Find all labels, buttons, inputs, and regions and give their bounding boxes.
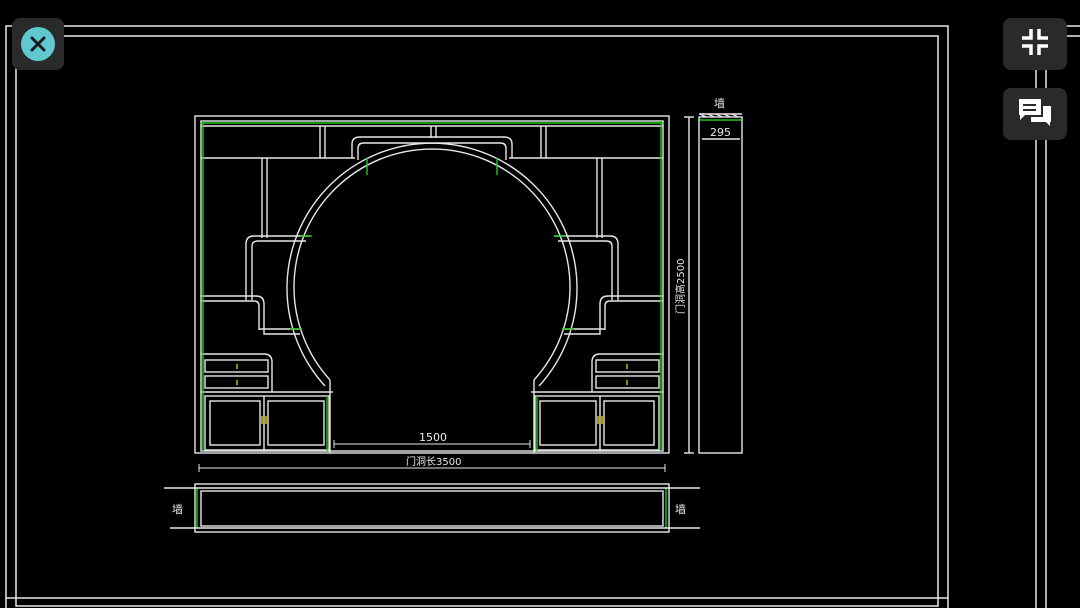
drawing-frame — [5, 25, 1080, 608]
drawer-handles — [236, 364, 628, 424]
depth-dimension-label: 295 — [710, 126, 731, 139]
opening-width-dimension-label: 1500 — [419, 431, 447, 444]
cabinet-elevation — [194, 115, 670, 454]
side-section — [684, 113, 743, 454]
door-length-dimension-label: 门洞长3500 — [406, 455, 461, 468]
close-button[interactable] — [12, 18, 64, 70]
comments-button[interactable] — [1003, 88, 1067, 140]
wall-label-right: 墙 — [675, 502, 686, 516]
wall-label-top: 墙 — [714, 96, 725, 110]
cad-drawing-canvas[interactable]: 墙 295 门洞高2500 1500 门洞长3500 墙 墙 — [0, 0, 1080, 608]
door-height-dimension-label: 门洞高2500 — [674, 259, 687, 314]
close-icon — [21, 27, 55, 61]
wall-label-left: 墙 — [172, 502, 183, 516]
collapse-fullscreen-icon — [1020, 27, 1050, 61]
exit-fullscreen-button[interactable] — [1003, 18, 1067, 70]
comments-icon — [1017, 97, 1053, 131]
green-edge-lines — [196, 119, 741, 528]
plan-view — [164, 483, 700, 533]
